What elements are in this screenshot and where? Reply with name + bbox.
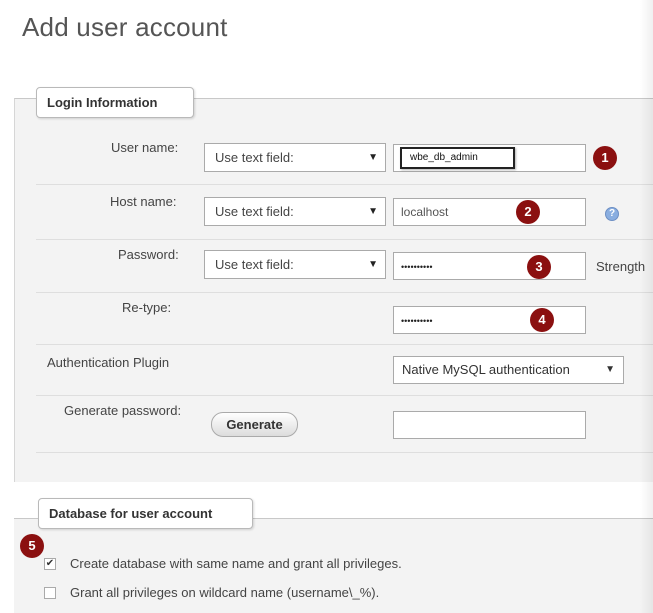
triangle-down-icon: ▼ [368, 206, 378, 217]
host-name-type-select[interactable]: Use text field: ▼ [204, 197, 386, 226]
password-strength-label: Strength [596, 259, 646, 274]
step-badge-5: 5 [20, 534, 44, 558]
row-divider [36, 395, 653, 396]
step-badge-1: 1 [593, 146, 617, 170]
auth-plugin-value: Native MySQL authentication [402, 362, 570, 377]
step-badge-3: 3 [527, 255, 551, 279]
database-legend: Database for user account [38, 498, 253, 529]
create-db-checkbox[interactable]: ✔ [44, 558, 56, 570]
step-badge-4: 4 [530, 308, 554, 332]
window-edge-shadow [640, 0, 653, 613]
host-name-value: localhost [401, 205, 449, 219]
wildcard-privileges-checkbox[interactable] [44, 587, 56, 599]
password-label: Password: [118, 247, 179, 262]
password-type-value: Use text field: [215, 257, 294, 272]
user-name-type-select[interactable]: Use text field: ▼ [204, 143, 386, 172]
row-divider [36, 184, 653, 185]
retype-value: •••••••••• [401, 316, 433, 326]
triangle-down-icon: ▼ [368, 259, 378, 270]
triangle-down-icon: ▼ [605, 364, 615, 375]
checkmark-icon: ✔ [45, 558, 55, 569]
auth-plugin-label: Authentication Plugin [47, 355, 170, 370]
wildcard-privileges-option-label: Grant all privileges on wildcard name (u… [70, 585, 380, 600]
user-name-label: User name: [111, 140, 179, 155]
generate-button[interactable]: Generate [211, 412, 298, 437]
user-name-value: wbe_db_admin [400, 147, 515, 169]
host-name-input[interactable]: localhost [393, 198, 586, 226]
retype-label: Re-type: [122, 300, 172, 315]
row-divider [36, 452, 653, 453]
login-information-legend: Login Information [36, 87, 194, 118]
password-input[interactable]: •••••••••• [393, 252, 586, 280]
triangle-down-icon: ▼ [368, 152, 378, 163]
generated-password-input[interactable] [393, 411, 586, 439]
page-title: Add user account [22, 12, 228, 42]
auth-plugin-select[interactable]: Native MySQL authentication ▼ [393, 356, 624, 384]
generate-password-label: Generate password: [64, 403, 182, 418]
create-db-option-label: Create database with same name and grant… [70, 556, 402, 571]
host-name-type-value: Use text field: [215, 204, 294, 219]
step-badge-2: 2 [516, 200, 540, 224]
password-value: •••••••••• [401, 262, 433, 272]
row-divider [36, 239, 653, 240]
question-circle-icon[interactable]: ? [605, 207, 619, 221]
host-name-label: Host name: [110, 194, 177, 209]
password-type-select[interactable]: Use text field: ▼ [204, 250, 386, 279]
retype-input[interactable]: •••••••••• [393, 306, 586, 334]
row-divider [36, 344, 653, 345]
user-name-type-value: Use text field: [215, 150, 294, 165]
row-divider [36, 292, 653, 293]
